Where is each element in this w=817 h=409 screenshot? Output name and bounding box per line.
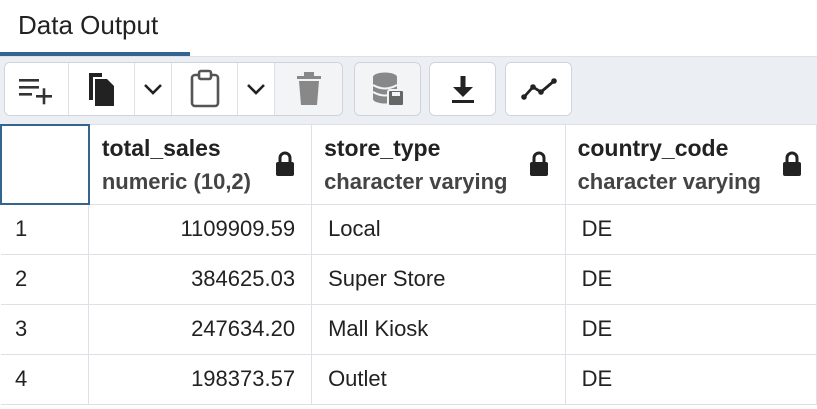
column-type: numeric (10,2) bbox=[101, 169, 251, 194]
lock-icon bbox=[275, 151, 295, 182]
download-icon bbox=[449, 74, 477, 104]
cell-country-code[interactable]: DE bbox=[565, 304, 817, 355]
delete-button[interactable] bbox=[275, 63, 342, 115]
row-number[interactable]: 4 bbox=[1, 354, 90, 405]
cell-country-code[interactable]: DE bbox=[565, 204, 817, 255]
table-row[interactable]: 4 198373.57 Outlet DE bbox=[1, 354, 817, 405]
cell-store-type[interactable]: Mall Kiosk bbox=[311, 304, 566, 355]
edit-button-group bbox=[4, 62, 343, 116]
header-row: total_sales numeric (10,2) store_type ch… bbox=[0, 124, 817, 205]
cell-total-sales[interactable]: 384625.03 bbox=[88, 254, 313, 305]
chevron-down-icon bbox=[246, 82, 266, 96]
results-table: total_sales numeric (10,2) store_type ch… bbox=[0, 124, 817, 405]
cell-country-code[interactable]: DE bbox=[565, 254, 817, 305]
lock-icon bbox=[782, 151, 802, 182]
column-type: character varying bbox=[324, 169, 508, 194]
column-name: total_sales bbox=[101, 135, 221, 161]
lock-icon bbox=[529, 151, 549, 182]
paste-options-button[interactable] bbox=[238, 63, 275, 115]
copy-icon bbox=[85, 70, 119, 108]
row-number[interactable]: 1 bbox=[1, 204, 90, 255]
add-row-icon bbox=[17, 73, 57, 105]
tab-data-output[interactable]: Data Output bbox=[0, 0, 190, 56]
graph-button-group bbox=[505, 62, 572, 116]
paste-button[interactable] bbox=[172, 63, 238, 115]
trash-icon bbox=[296, 72, 322, 106]
copy-button[interactable] bbox=[69, 63, 135, 115]
add-row-button[interactable] bbox=[5, 63, 69, 115]
row-number[interactable]: 3 bbox=[1, 304, 90, 355]
data-grid: total_sales numeric (10,2) store_type ch… bbox=[0, 124, 817, 409]
chevron-down-icon bbox=[143, 82, 163, 96]
line-graph-icon bbox=[520, 77, 557, 101]
toolbar bbox=[0, 57, 817, 125]
cell-store-type[interactable]: Outlet bbox=[311, 354, 566, 405]
table-row[interactable]: 1 1109909.59 Local DE bbox=[1, 204, 817, 255]
download-button-group bbox=[429, 62, 496, 116]
column-header-store-type[interactable]: store_type character varying bbox=[311, 125, 566, 205]
column-header-total-sales[interactable]: total_sales numeric (10,2) bbox=[88, 125, 313, 205]
column-type: character varying bbox=[577, 169, 761, 194]
download-button[interactable] bbox=[430, 63, 495, 115]
row-number[interactable]: 2 bbox=[1, 254, 90, 305]
cell-total-sales[interactable]: 198373.57 bbox=[88, 354, 313, 405]
column-header-country-code[interactable]: country_code character varying bbox=[565, 125, 817, 205]
table-row[interactable]: 3 247634.20 Mall Kiosk DE bbox=[1, 304, 817, 355]
database-save-icon bbox=[371, 71, 405, 107]
cell-total-sales[interactable]: 247634.20 bbox=[88, 304, 313, 355]
column-name: country_code bbox=[577, 135, 729, 161]
clipboard-icon bbox=[189, 69, 221, 109]
select-all-cell[interactable] bbox=[0, 124, 90, 205]
cell-country-code[interactable]: DE bbox=[565, 354, 817, 405]
save-data-button[interactable] bbox=[355, 63, 420, 115]
tab-bar: Data Output bbox=[0, 0, 817, 57]
active-tab-indicator bbox=[0, 52, 190, 56]
cell-total-sales[interactable]: 1109909.59 bbox=[88, 204, 313, 255]
cell-store-type[interactable]: Super Store bbox=[311, 254, 566, 305]
cell-store-type[interactable]: Local bbox=[311, 204, 566, 255]
save-button-group bbox=[354, 62, 421, 116]
tab-label: Data Output bbox=[18, 10, 159, 40]
copy-options-button[interactable] bbox=[135, 63, 172, 115]
table-row[interactable]: 2 384625.03 Super Store DE bbox=[1, 254, 817, 305]
graph-visualiser-button[interactable] bbox=[506, 63, 571, 115]
column-name: store_type bbox=[324, 135, 441, 161]
